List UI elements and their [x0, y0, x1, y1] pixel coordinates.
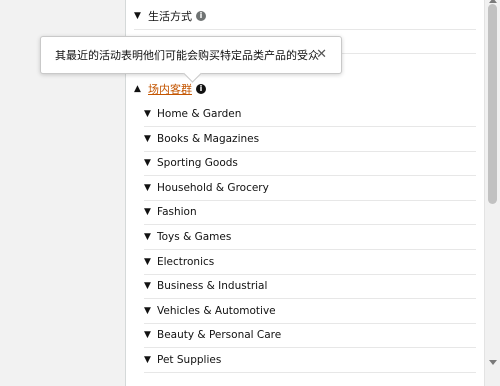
chevron-down-icon: ▼ — [144, 281, 151, 292]
divider — [134, 29, 476, 30]
list-item-label: Vehicles & Automotive — [157, 304, 276, 317]
chevron-down-icon: ▼ — [144, 256, 151, 267]
chevron-down-icon: ▼ — [144, 182, 151, 193]
info-icon[interactable]: i — [196, 11, 206, 21]
list-item[interactable]: ▼ Pet Supplies — [144, 348, 476, 373]
list-item-label: Books & Magazines — [157, 132, 260, 145]
list-item-label: Beauty & Personal Care — [157, 329, 282, 342]
list-item[interactable]: ▼ Sporting Goods — [144, 151, 476, 177]
list-item[interactable]: ▼ Fashion — [144, 200, 476, 226]
list-item[interactable]: ▼ Electronics — [144, 250, 476, 275]
chevron-up-icon: ▲ — [134, 84, 141, 94]
tooltip-text: 其最近的活动表明他们可能会购买特定品类产品的受众 — [55, 49, 319, 62]
chevron-down-icon: ▼ — [144, 330, 151, 341]
scrollbar[interactable] — [484, 0, 500, 386]
list-item[interactable]: ▼ Household & Grocery — [144, 176, 476, 201]
list-item-label: Business & Industrial — [157, 280, 268, 293]
chevron-down-icon: ▼ — [144, 355, 151, 365]
list-item[interactable]: ▼ Books & Magazines — [144, 127, 476, 152]
list-item-label: Household & Grocery — [157, 181, 269, 194]
list-item-label: Sporting Goods — [157, 157, 238, 170]
chevron-down-icon: ▼ — [144, 232, 151, 242]
list-item-label: Pet Supplies — [157, 354, 222, 366]
section-in-market-label[interactable]: 场内客群 — [148, 81, 192, 97]
section-in-market[interactable]: ▲ 场内客群 i — [134, 78, 206, 100]
list-item[interactable]: ▼ Toys & Games — [144, 225, 476, 250]
scroll-up-icon[interactable] — [489, 0, 497, 3]
scroll-down-icon[interactable] — [489, 360, 497, 365]
list-item-label: Toys & Games — [157, 231, 232, 243]
list-item-label: Electronics — [157, 255, 215, 268]
chevron-down-icon: ▼ — [144, 158, 151, 169]
list-item[interactable]: ▼ Vehicles & Automotive — [144, 299, 476, 324]
chevron-down-icon: ▼ — [144, 207, 151, 218]
list-item[interactable]: ▼ Beauty & Personal Care — [144, 323, 476, 349]
list-item-label: Fashion — [157, 206, 197, 219]
close-icon[interactable]: ✕ — [316, 47, 327, 63]
section-lifestyle-label: 生活方式 — [148, 10, 192, 23]
chevron-down-icon: ▼ — [144, 305, 151, 316]
info-icon[interactable]: i — [196, 84, 206, 94]
list-item[interactable]: ▼ Home & Garden — [144, 102, 476, 127]
list-item-label: Home & Garden — [157, 108, 242, 120]
info-tooltip: 其最近的活动表明他们可能会购买特定品类产品的受众 ✕ — [40, 36, 342, 83]
chevron-down-icon: ▼ — [144, 133, 151, 144]
section-lifestyle[interactable]: ▼ 生活方式 i — [134, 5, 206, 27]
chevron-down-icon: ▼ — [144, 109, 151, 119]
chevron-down-icon: ▼ — [134, 11, 141, 21]
scroll-thumb[interactable] — [488, 4, 497, 204]
list-item[interactable]: ▼ Business & Industrial — [144, 274, 476, 300]
